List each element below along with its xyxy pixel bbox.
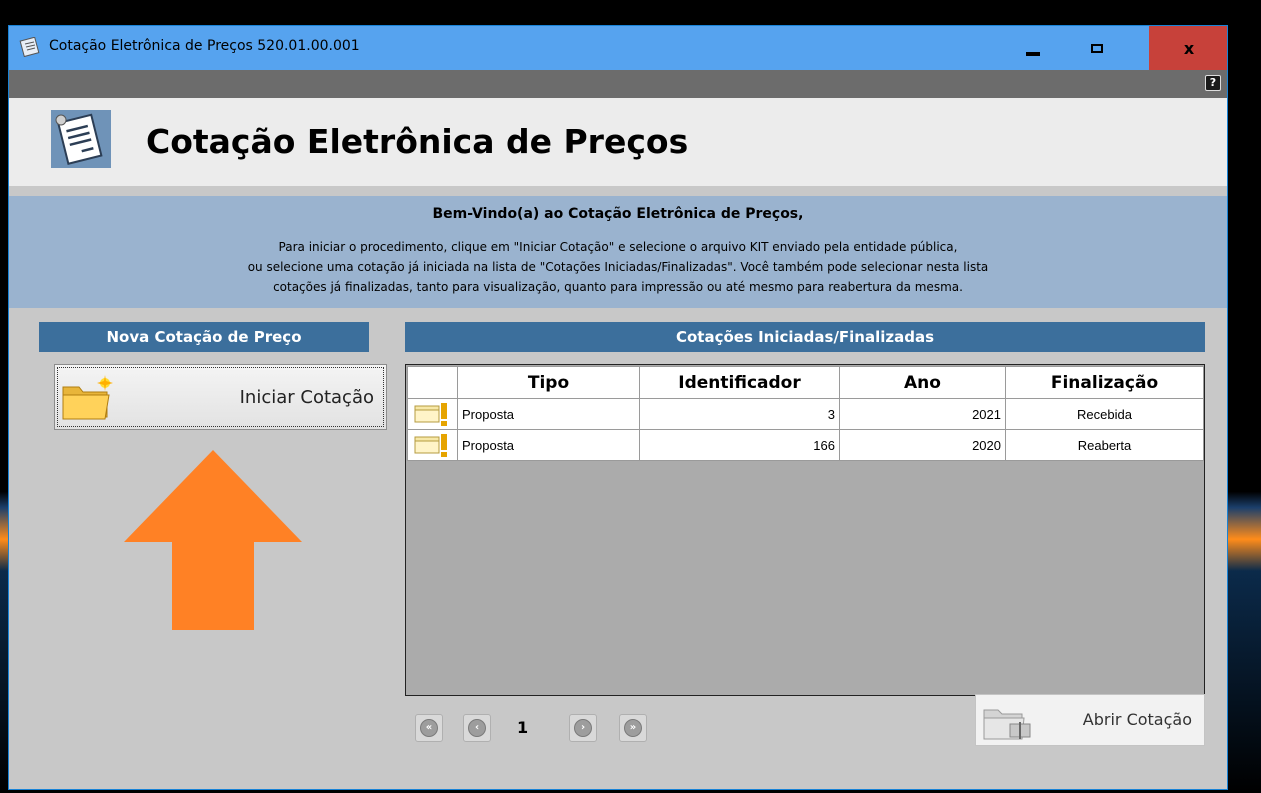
arrow-up-icon bbox=[124, 450, 302, 630]
quotes-grid[interactable]: Tipo Identificador Ano Finalização Propo… bbox=[405, 364, 1205, 696]
column-header-identificador[interactable]: Identificador bbox=[639, 366, 840, 399]
cell-ano: 2021 bbox=[839, 398, 1006, 430]
toolstrip: ? bbox=[9, 70, 1227, 98]
start-quote-button[interactable]: Iniciar Cotação bbox=[54, 364, 387, 430]
start-quote-button-label: Iniciar Cotação bbox=[239, 387, 374, 408]
app-window: Cotação Eletrônica de Preços 520.01.00.0… bbox=[8, 25, 1228, 790]
cell-finalizacao: Recebida bbox=[1005, 398, 1204, 430]
close-icon: x bbox=[1183, 38, 1195, 58]
table-header-row: Tipo Identificador Ano Finalização bbox=[407, 366, 1204, 399]
window-title: Cotação Eletrônica de Preços 520.01.00.0… bbox=[49, 38, 360, 54]
cell-identificador: 166 bbox=[639, 429, 840, 461]
document-list-icon bbox=[51, 110, 111, 168]
quotes-list-panel-title: Cotações Iniciadas/Finalizadas bbox=[405, 322, 1205, 352]
column-header-ano[interactable]: Ano bbox=[839, 366, 1006, 399]
column-header-finalizacao[interactable]: Finalização bbox=[1005, 366, 1204, 399]
welcome-banner: Bem-Vindo(a) ao Cotação Eletrônica de Pr… bbox=[9, 196, 1227, 308]
first-page-button[interactable]: « bbox=[415, 714, 443, 742]
close-button[interactable]: x bbox=[1149, 26, 1227, 70]
help-icon[interactable]: ? bbox=[1205, 75, 1221, 91]
header-band: Cotação Eletrônica de Preços bbox=[9, 98, 1227, 186]
pager: « ‹ 1 › » bbox=[405, 708, 705, 748]
minimize-icon bbox=[1026, 52, 1040, 56]
folder-warning-icon bbox=[414, 403, 447, 426]
next-page-icon: › bbox=[574, 719, 592, 737]
minimize-button[interactable] bbox=[1005, 26, 1061, 70]
app-icon bbox=[19, 37, 40, 57]
title-bar[interactable]: Cotação Eletrônica de Preços 520.01.00.0… bbox=[9, 26, 1227, 70]
next-page-button[interactable]: › bbox=[569, 714, 597, 742]
quotes-list-panel: Cotações Iniciadas/Finalizadas Tipo Iden… bbox=[405, 322, 1205, 752]
cell-tipo: Proposta bbox=[457, 429, 640, 461]
previous-page-button[interactable]: ‹ bbox=[463, 714, 491, 742]
welcome-text-line-3: cotações já finalizadas, tanto para visu… bbox=[273, 280, 963, 294]
open-quote-button-label: Abrir Cotação bbox=[1082, 710, 1192, 729]
table-row[interactable]: Proposta 3 2021 Recebida bbox=[407, 398, 1204, 430]
cell-tipo: Proposta bbox=[457, 398, 640, 430]
cell-finalizacao: Reaberta bbox=[1005, 429, 1204, 461]
page-title: Cotação Eletrônica de Preços bbox=[146, 122, 689, 161]
row-icon-cell bbox=[407, 398, 458, 430]
welcome-text-line-2: ou selecione uma cotação já iniciada na … bbox=[247, 260, 989, 274]
open-quote-button[interactable]: Abrir Cotação bbox=[975, 694, 1205, 746]
quotes-table: Tipo Identificador Ano Finalização Propo… bbox=[407, 366, 1204, 461]
first-page-icon: « bbox=[420, 719, 438, 737]
column-header-tipo[interactable]: Tipo bbox=[457, 366, 640, 399]
welcome-title: Bem-Vindo(a) ao Cotação Eletrônica de Pr… bbox=[432, 206, 804, 222]
row-icon-cell bbox=[407, 429, 458, 461]
last-page-icon: » bbox=[624, 719, 642, 737]
cell-ano: 2020 bbox=[839, 429, 1006, 461]
open-folder-icon bbox=[983, 709, 1031, 740]
previous-page-icon: ‹ bbox=[468, 719, 486, 737]
maximize-icon bbox=[1091, 43, 1103, 53]
current-page-number: 1 bbox=[517, 718, 529, 737]
table-row[interactable]: Proposta 166 2020 Reaberta bbox=[407, 429, 1204, 461]
maximize-button[interactable] bbox=[1069, 26, 1125, 70]
last-page-button[interactable]: » bbox=[619, 714, 647, 742]
header-icon-column bbox=[407, 366, 458, 399]
new-folder-icon bbox=[62, 375, 113, 420]
welcome-text-line-1: Para iniciar o procedimento, clique em "… bbox=[278, 240, 958, 254]
folder-warning-icon bbox=[414, 434, 447, 457]
new-quote-panel-title: Nova Cotação de Preço bbox=[39, 322, 369, 352]
cell-identificador: 3 bbox=[639, 398, 840, 430]
